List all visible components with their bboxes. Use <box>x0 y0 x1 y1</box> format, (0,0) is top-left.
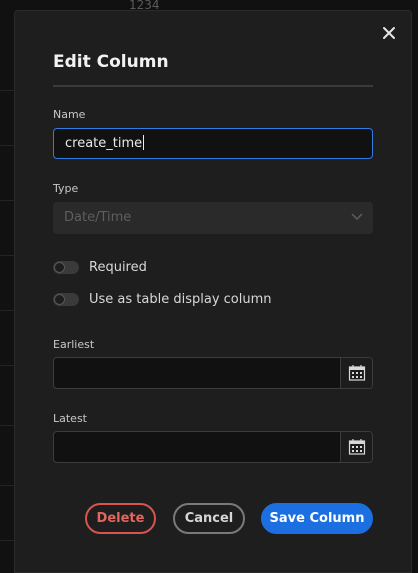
name-label: Name <box>53 108 86 121</box>
earliest-label: Earliest <box>53 338 95 351</box>
title-divider <box>53 85 373 87</box>
chevron-down-icon <box>351 213 363 221</box>
calendar-icon <box>348 439 366 455</box>
display-column-row: Use as table display column <box>53 289 272 309</box>
earliest-date-input[interactable] <box>53 357 373 389</box>
toggle-knob <box>54 293 65 305</box>
background-row-divider <box>0 90 14 91</box>
text-caret <box>143 135 145 150</box>
background-row-divider <box>0 310 14 311</box>
close-button[interactable] <box>380 24 398 42</box>
close-icon <box>383 27 395 39</box>
type-select-value: Date/Time <box>64 210 132 225</box>
background-row-divider <box>0 255 14 256</box>
dialog-title: Edit Column <box>53 52 169 72</box>
latest-calendar-button[interactable] <box>340 432 372 462</box>
required-label: Required <box>89 259 147 275</box>
type-select[interactable]: Date/Time <box>53 202 373 234</box>
background-row-divider <box>0 200 14 201</box>
required-row: Required <box>53 257 147 277</box>
earliest-calendar-button[interactable] <box>340 358 372 388</box>
delete-button[interactable]: Delete <box>85 503 156 534</box>
background-row-divider <box>0 485 14 486</box>
cancel-button[interactable]: Cancel <box>173 503 245 534</box>
calendar-icon <box>348 365 366 381</box>
display-column-label: Use as table display column <box>89 291 272 307</box>
toggle-knob <box>54 261 65 273</box>
name-input-value: create_time <box>65 136 143 151</box>
save-column-button[interactable]: Save Column <box>261 503 373 534</box>
background-row-divider <box>0 365 14 366</box>
display-column-toggle[interactable] <box>53 292 79 306</box>
latest-date-input[interactable] <box>53 431 373 463</box>
background-row-divider <box>0 145 14 146</box>
background-row-divider <box>0 425 14 426</box>
type-label: Type <box>53 182 79 195</box>
latest-label: Latest <box>53 412 87 425</box>
name-input[interactable]: create_time <box>53 128 373 159</box>
required-toggle[interactable] <box>53 260 79 274</box>
background-row-divider <box>0 540 14 541</box>
